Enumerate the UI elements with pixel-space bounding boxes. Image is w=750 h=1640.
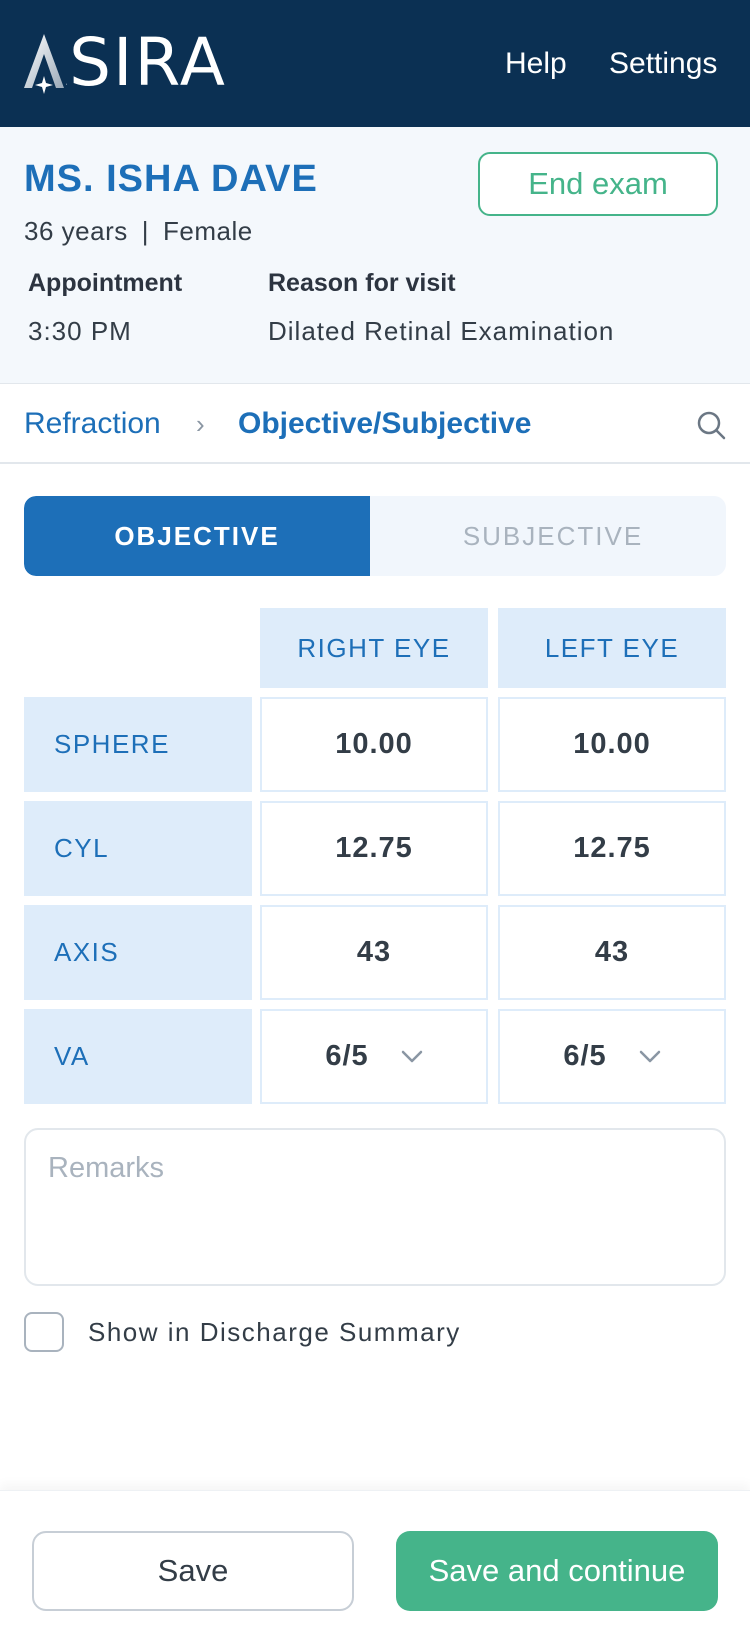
search-icon[interactable] [696,410,726,440]
va-left-value: 6/5 [563,1040,607,1072]
axis-right-input[interactable]: 43 [260,905,488,1000]
chevron-down-icon [401,1050,422,1062]
save-button[interactable]: Save [32,1531,354,1611]
settings-link[interactable]: Settings [609,46,717,82]
asira-logo[interactable]: ASIRA [22,28,227,98]
sphere-left-input[interactable]: 10.00 [498,697,726,792]
row-label-sphere: SPHERE [24,697,252,792]
chevron-right-icon: › [196,409,205,439]
breadcrumb-current: Objective/Subjective [238,407,532,440]
tab-subjective[interactable]: SUBJECTIVE [380,496,726,576]
end-exam-button[interactable]: End exam [478,152,718,216]
meta-separator: | [141,216,149,246]
reason-label: Reason for visit [268,269,456,297]
remarks-textarea[interactable] [24,1128,726,1286]
va-left-select[interactable]: 6/5 [498,1009,726,1104]
discharge-summary-checkbox[interactable] [24,1312,64,1352]
chevron-down-icon [639,1050,660,1062]
logo-mark-icon [24,34,64,94]
cyl-right-input[interactable]: 12.75 [260,801,488,896]
patient-panel: MS. ISHA DAVE 36 years | Female End exam A… [0,127,750,384]
va-right-value: 6/5 [325,1040,369,1072]
patient-name: MS. ISHA DAVE [24,158,318,200]
discharge-summary-label[interactable]: Show in Discharge Summary [88,1316,461,1348]
appointment-label: Appointment [28,269,183,297]
column-header-left-eye: LEFT EYE [498,608,726,688]
action-footer: Save Save and continue [0,1490,750,1640]
reason-value: Dilated Retinal Examination [268,316,615,346]
sphere-right-input[interactable]: 10.00 [260,697,488,792]
appointment-value: 3:30 PM [28,316,132,346]
patient-age: 36 years [24,216,128,246]
save-and-continue-button[interactable]: Save and continue [396,1531,718,1611]
patient-gender: Female [163,216,253,246]
patient-demographics: 36 years | Female [24,215,253,247]
column-header-right-eye: RIGHT EYE [260,608,488,688]
refraction-mode-tabs: OBJECTIVE SUBJECTIVE [24,496,726,576]
row-label-axis: AXIS [24,905,252,1000]
axis-left-input[interactable]: 43 [498,905,726,1000]
va-right-select[interactable]: 6/5 [260,1009,488,1104]
row-label-cyl: CYL [24,801,252,896]
row-label-va: VA [24,1009,252,1104]
help-link[interactable]: Help [505,46,567,82]
tab-objective[interactable]: OBJECTIVE [24,496,370,576]
app-header: ASIRA Help Settings [0,0,750,127]
breadcrumb: Refraction › Objective/Subjective [0,384,750,464]
breadcrumb-refraction[interactable]: Refraction [24,406,161,442]
cyl-left-input[interactable]: 12.75 [498,801,726,896]
